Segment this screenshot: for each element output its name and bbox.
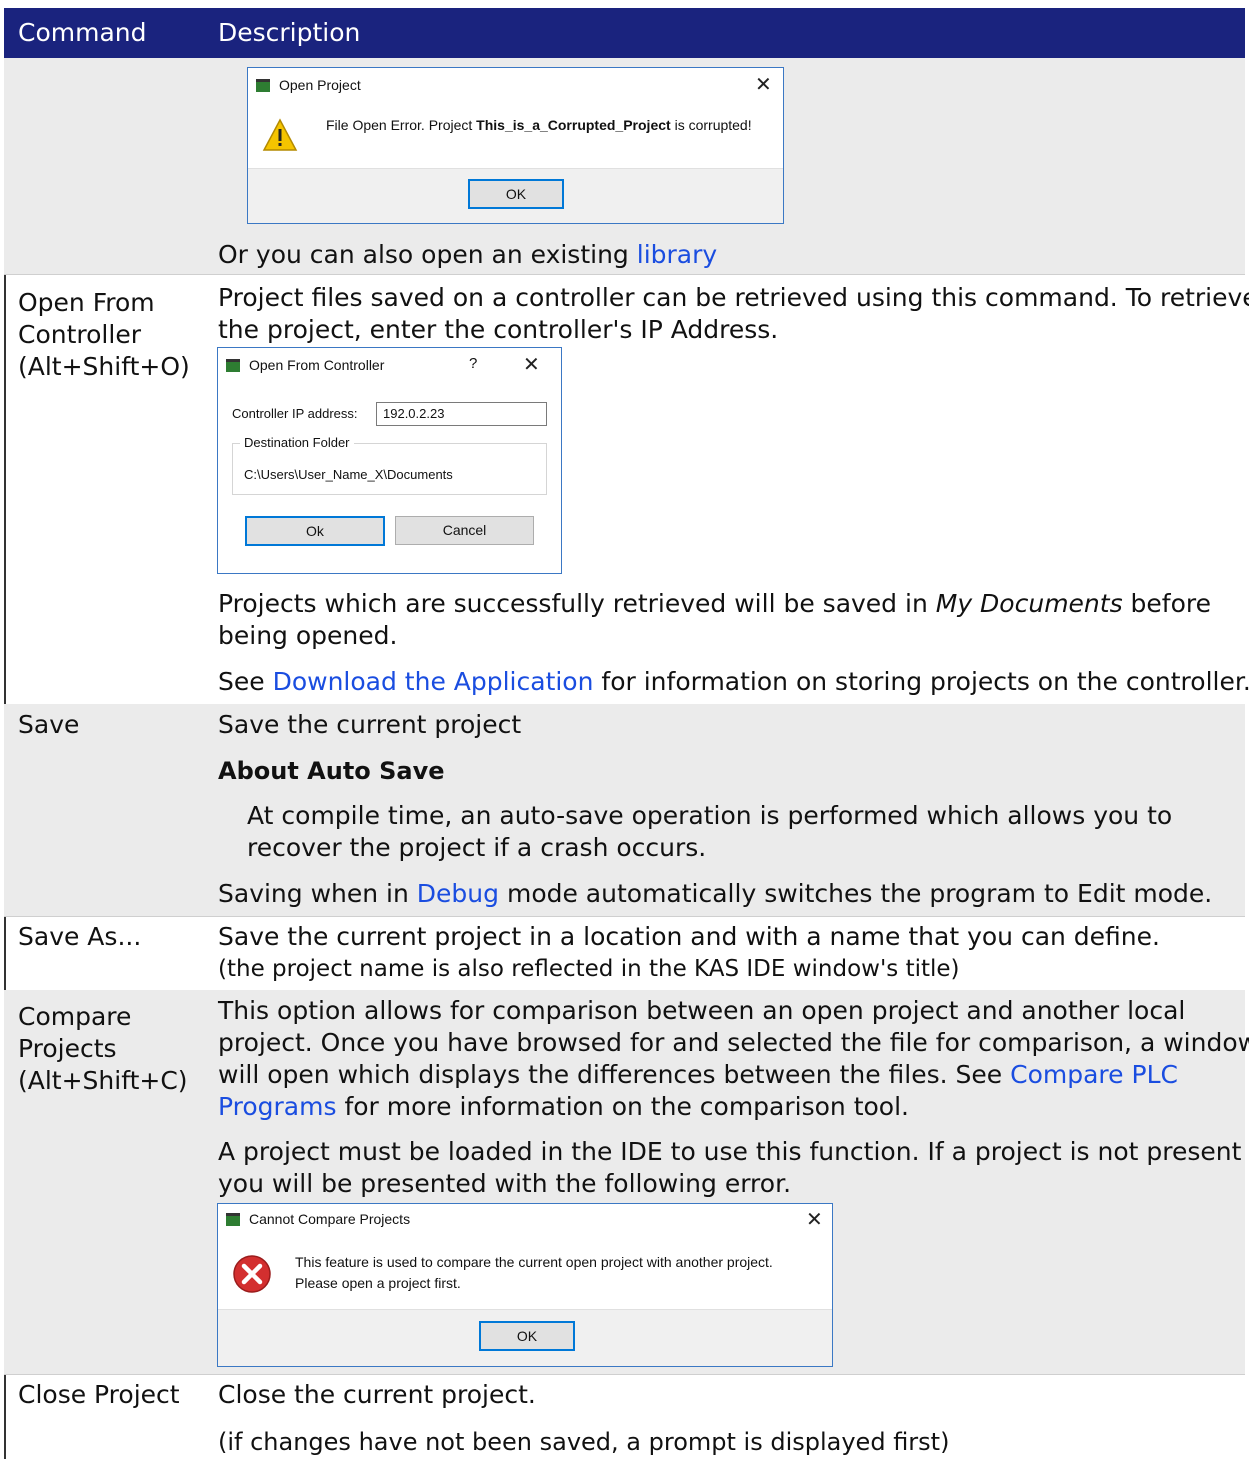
- open-project-dialog: Open Project ✕ File Open Error. Project …: [247, 67, 784, 224]
- cannot-compare-dialog: Cannot Compare Projects ✕ This feature i…: [217, 1203, 833, 1367]
- auto-save-note: At compile time, an auto-save operation …: [247, 801, 1173, 862]
- document-page: Command Description Open Project ✕ File …: [0, 0, 1249, 1459]
- open-controller-desc: Project files saved on a controller can …: [218, 283, 1249, 344]
- dialog-title-bar: Open Project: [256, 76, 361, 94]
- table-row-open: Open Project ✕ File Open Error. Project …: [4, 58, 1245, 275]
- auto-save-title: About Auto Save: [218, 757, 445, 785]
- compare-requirement-note: A project must be loaded in the IDE to u…: [218, 1137, 1242, 1198]
- close-note: (if changes have not been saved, a promp…: [218, 1428, 950, 1456]
- debug-note: Saving when in Debug mode automatically …: [218, 879, 1213, 908]
- dialog-footer: OK: [218, 1309, 832, 1366]
- command-save: Save: [18, 710, 80, 739]
- ok-button[interactable]: Ok: [245, 516, 385, 546]
- destination-folder-path: C:\Users\User_Name_X\Documents: [244, 467, 453, 482]
- see-download-text: See Download the Application for informa…: [218, 667, 1249, 696]
- header-command: Command: [18, 18, 147, 47]
- dialog-title-bar: Open From Controller: [226, 356, 384, 374]
- table-header: Command Description: [4, 8, 1245, 58]
- ip-address-input[interactable]: 192.0.2.23: [376, 402, 547, 426]
- compare-plc-link-cont[interactable]: Programs: [218, 1092, 337, 1121]
- open-from-controller-dialog: Open From Controller ? ✕ Controller IP a…: [217, 347, 562, 574]
- destination-folder-label: Destination Folder: [240, 435, 354, 450]
- saved-location-text: Projects which are successfully retrieve…: [218, 589, 1212, 650]
- compare-plc-link[interactable]: Compare PLC: [1010, 1060, 1178, 1089]
- compare-desc: This option allows for comparison betwee…: [218, 996, 1249, 1121]
- save-as-desc: Save the current project in a location a…: [218, 922, 1160, 982]
- table-row-compare: Compare Projects (Alt+Shift+C) This opti…: [4, 990, 1249, 1375]
- window-icon: [226, 358, 240, 372]
- download-application-link[interactable]: Download the Application: [273, 667, 594, 696]
- ok-button[interactable]: OK: [468, 179, 564, 209]
- close-desc: Close the current project.: [218, 1380, 536, 1409]
- window-icon: [256, 78, 270, 92]
- table-row-save: Save Save the current project About Auto…: [4, 704, 1245, 917]
- ip-label: Controller IP address:: [232, 406, 358, 421]
- dialog-title-bar: Cannot Compare Projects: [226, 1210, 410, 1228]
- dialog-title: Open Project: [279, 77, 361, 93]
- dialog-title: Cannot Compare Projects: [249, 1211, 411, 1227]
- close-icon[interactable]: ✕: [523, 352, 540, 377]
- library-link[interactable]: library: [637, 240, 717, 269]
- close-icon[interactable]: ✕: [755, 72, 772, 97]
- warning-icon: [262, 118, 298, 151]
- dialog-footer: OK: [248, 168, 783, 223]
- dialog-message: This feature is used to compare the curr…: [295, 1254, 773, 1291]
- window-icon: [226, 1212, 240, 1226]
- header-description: Description: [218, 18, 361, 47]
- cancel-button[interactable]: Cancel: [395, 516, 534, 545]
- table-row-close-project: Close Project Close the current project.…: [4, 1374, 1245, 1459]
- dialog-message: File Open Error. Project This_is_a_Corru…: [326, 117, 752, 133]
- dialog-title: Open From Controller: [249, 357, 385, 373]
- command-save-as: Save As...: [18, 922, 142, 951]
- debug-link[interactable]: Debug: [417, 879, 499, 908]
- command-close-project: Close Project: [18, 1380, 180, 1409]
- close-icon[interactable]: ✕: [806, 1207, 823, 1232]
- table-row-open-from-controller: Open From Controller (Alt+Shift+O) Proje…: [4, 274, 1249, 705]
- help-icon[interactable]: ?: [469, 355, 477, 372]
- open-library-text: Or you can also open an existing library: [218, 240, 718, 269]
- table-row-save-as: Save As... Save the current project in a…: [4, 916, 1245, 991]
- command-open-from-controller: Open From Controller (Alt+Shift+O): [18, 288, 190, 381]
- save-desc: Save the current project: [218, 710, 522, 739]
- command-compare: Compare Projects (Alt+Shift+C): [18, 1002, 188, 1095]
- error-icon: [233, 1255, 271, 1293]
- ok-button[interactable]: OK: [479, 1321, 575, 1351]
